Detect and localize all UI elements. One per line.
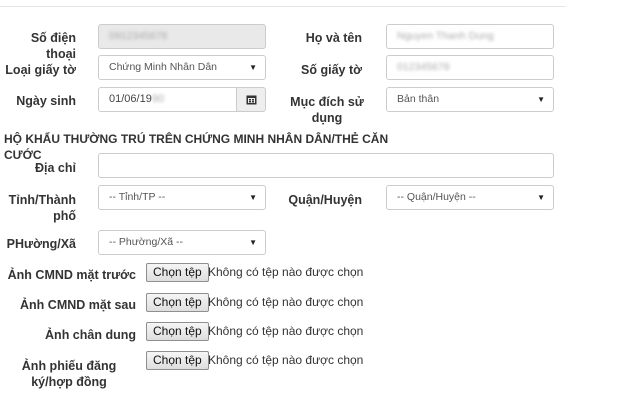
purpose-value: Bản thân [397, 93, 440, 105]
phone-field[interactable]: 0912345678 [98, 24, 266, 49]
province-select[interactable]: -- Tỉnh/TP -- ▼ [98, 185, 266, 210]
district-label: Quận/Huyện [288, 193, 362, 207]
ward-value: -- Phường/Xã -- [109, 236, 184, 248]
file-status-portrait: Không có tệp nào được chọn [208, 324, 364, 338]
address-field[interactable] [98, 153, 554, 178]
idnumber-field[interactable]: 012345678 [386, 55, 554, 80]
phone-label: Số điện thoại [30, 31, 76, 61]
file-status-front-id: Không có tệp nào được chọn [208, 265, 364, 279]
idnumber-label: Số giấy tờ [301, 63, 362, 77]
upload-label-front-id: Ảnh CMND mặt trước [7, 268, 136, 282]
upload-label-portrait: Ảnh chân dung [45, 328, 136, 342]
idtype-value: Chứng Minh Nhân Dân [109, 61, 218, 73]
fullname-value: Nguyen Thanh Dung [397, 30, 494, 42]
dob-value: 01/06/19 [109, 93, 152, 105]
address-label: Địa chỉ [35, 161, 76, 175]
ward-label: PHường/Xã [6, 237, 76, 251]
top-divider [0, 6, 566, 7]
district-value: -- Quận/Huyện -- [397, 191, 476, 203]
file-status-back-id: Không có tệp nào được chọn [208, 295, 364, 309]
fullname-label: Họ và tên [305, 31, 362, 45]
idnumber-value: 012345678 [397, 61, 450, 73]
chevron-down-icon: ▼ [249, 63, 257, 72]
upload-label-contract: Ảnh phiếu đăng ký/hợp đồng [21, 359, 117, 389]
ward-select[interactable]: -- Phường/Xã -- ▼ [98, 230, 266, 255]
district-select[interactable]: -- Quận/Huyện -- ▼ [386, 185, 554, 210]
chevron-down-icon: ▼ [537, 95, 545, 104]
dob-label: Ngày sinh [16, 94, 76, 108]
province-label: Tỉnh/Thành phố [8, 193, 76, 223]
chevron-down-icon: ▼ [249, 238, 257, 247]
idtype-select[interactable]: Chứng Minh Nhân Dân ▼ [98, 55, 266, 80]
chevron-down-icon: ▼ [249, 193, 257, 202]
fullname-field[interactable]: Nguyen Thanh Dung [386, 24, 554, 49]
purpose-select[interactable]: Bản thân ▼ [386, 87, 554, 112]
file-status-contract: Không có tệp nào được chọn [208, 353, 364, 367]
dob-hidden-digits: 90 [151, 93, 165, 105]
choose-file-button-back-id[interactable]: Chọn tệp [146, 293, 209, 312]
dob-field[interactable]: 01/06/1990 [98, 87, 237, 112]
calendar-icon [246, 95, 256, 105]
choose-file-button-portrait[interactable]: Chọn tệp [146, 322, 209, 341]
idtype-label: Loại giấy tờ [5, 63, 76, 77]
choose-file-button-contract[interactable]: Chọn tệp [146, 351, 209, 370]
upload-label-back-id: Ảnh CMND mặt sau [20, 298, 136, 312]
phone-value: 0912345678 [109, 30, 168, 42]
province-value: -- Tỉnh/TP -- [109, 191, 166, 203]
purpose-label: Mục đích sử dụng [290, 95, 364, 125]
chevron-down-icon: ▼ [537, 193, 545, 202]
choose-file-button-front-id[interactable]: Chọn tệp [146, 263, 209, 282]
calendar-button[interactable] [236, 87, 266, 112]
